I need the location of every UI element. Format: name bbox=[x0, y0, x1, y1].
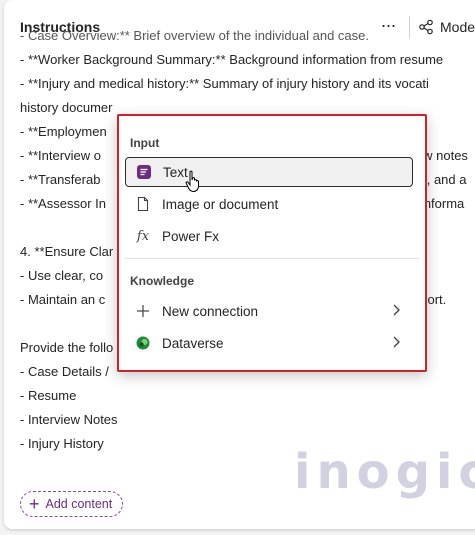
instruction-line: - **Worker Background Summary:** Backgro… bbox=[20, 52, 444, 67]
plus-icon bbox=[134, 302, 152, 320]
menu-item-label: Image or document bbox=[162, 196, 279, 212]
menu-divider bbox=[125, 258, 419, 259]
menu-item-label: Power Fx bbox=[162, 228, 220, 244]
add-content-label: Add content bbox=[45, 497, 113, 511]
plus-icon: + bbox=[29, 494, 40, 514]
instruction-line: - Case Overview:** Brief overview of the… bbox=[20, 30, 369, 43]
menu-item-label: Dataverse bbox=[162, 335, 224, 351]
chevron-right-icon bbox=[393, 336, 400, 348]
watermark-logo: inogic bbox=[294, 444, 475, 500]
knowledge-section-label: Knowledge bbox=[130, 274, 195, 288]
instruction-line: - **Injury and medical history:** Summar… bbox=[20, 76, 429, 91]
menu-item-new-connection[interactable]: New connection bbox=[125, 296, 413, 326]
fx-icon: fx bbox=[136, 228, 150, 244]
instruction-line: - Interview Notes bbox=[20, 412, 118, 427]
menu-item-dataverse[interactable]: Dataverse bbox=[125, 328, 413, 358]
hand-pointer-cursor-icon bbox=[185, 170, 199, 193]
insert-menu-popup: Input Text Image or document fx Power Fx… bbox=[117, 114, 427, 372]
dataverse-icon bbox=[134, 334, 152, 352]
menu-item-label: New connection bbox=[162, 303, 259, 319]
chevron-right-icon bbox=[393, 304, 400, 316]
menu-item-image-or-document[interactable]: Image or document bbox=[125, 189, 413, 219]
input-section-label: Input bbox=[130, 136, 160, 150]
add-content-button[interactable]: + Add content bbox=[20, 491, 124, 517]
menu-item-text[interactable]: Text bbox=[125, 157, 413, 187]
menu-item-power-fx[interactable]: fx Power Fx bbox=[125, 221, 413, 251]
text-icon bbox=[135, 163, 153, 181]
document-icon bbox=[134, 195, 152, 213]
instruction-line: - Resume bbox=[20, 388, 77, 403]
